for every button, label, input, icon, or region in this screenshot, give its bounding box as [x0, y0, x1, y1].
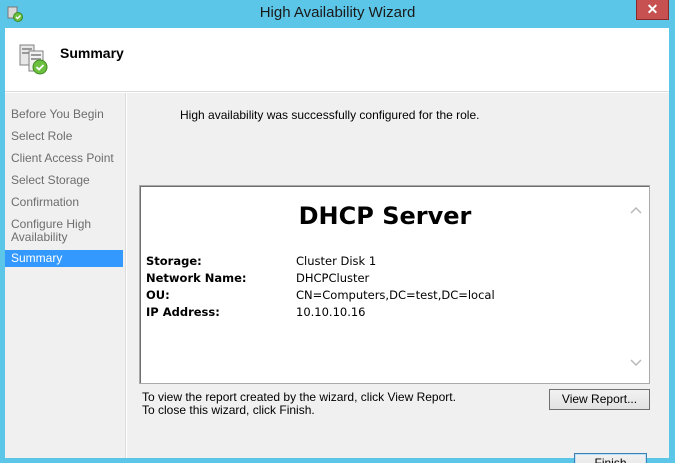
report-value: CN=Computers,DC=test,DC=local: [296, 288, 495, 302]
window-title: High Availability Wizard: [259, 4, 416, 21]
report-key: Storage:: [146, 254, 202, 268]
chevron-down-icon[interactable]: [629, 357, 643, 369]
report-value: DHCPCluster: [296, 271, 370, 285]
close-button[interactable]: ✕: [636, 0, 669, 20]
hint-view-report: To view the report created by the wizard…: [142, 390, 456, 404]
wizard-window: High Availability Wizard ✕ Summary Befor…: [0, 0, 675, 463]
title-bar[interactable]: High Availability Wizard ✕: [0, 0, 675, 28]
sidebar-item-configure-high-availability[interactable]: Configure High Availability: [5, 218, 105, 244]
sidebar-item-before-you-begin[interactable]: Before You Begin: [5, 108, 123, 121]
sidebar-item-confirmation[interactable]: Confirmation: [5, 196, 123, 209]
sidebar-item-select-storage[interactable]: Select Storage: [5, 174, 123, 187]
sidebar-item-select-role[interactable]: Select Role: [5, 130, 123, 143]
hint-finish: To close this wizard, click Finish.: [142, 403, 315, 417]
report-key: Network Name:: [146, 271, 247, 285]
summary-report-box[interactable]: DHCP Server Storage: Cluster Disk 1 Netw…: [139, 185, 650, 384]
report-key: IP Address:: [146, 305, 220, 319]
chevron-up-icon[interactable]: [629, 204, 643, 216]
sidebar-item-client-access-point[interactable]: Client Access Point: [5, 152, 123, 165]
wizard-header: Summary: [5, 28, 669, 92]
report-value: 10.10.10.16: [296, 305, 366, 319]
sidebar-item-summary[interactable]: Summary: [5, 250, 123, 267]
report-heading: DHCP Server: [298, 202, 472, 230]
wizard-content: High availability was successfully confi…: [127, 93, 669, 463]
report-value: Cluster Disk 1: [296, 254, 377, 268]
page-title: Summary: [60, 45, 124, 61]
success-message: High availability was successfully confi…: [180, 108, 480, 122]
server-cluster-icon: [17, 42, 53, 78]
wizard-steps-sidebar: Before You Begin Select Role Client Acce…: [5, 93, 126, 458]
view-report-button[interactable]: View Report...: [549, 389, 650, 410]
wizard-client-area: Summary Before You Begin Select Role Cli…: [5, 28, 669, 463]
report-key: OU:: [146, 288, 170, 302]
finish-button[interactable]: Finish: [574, 453, 647, 463]
